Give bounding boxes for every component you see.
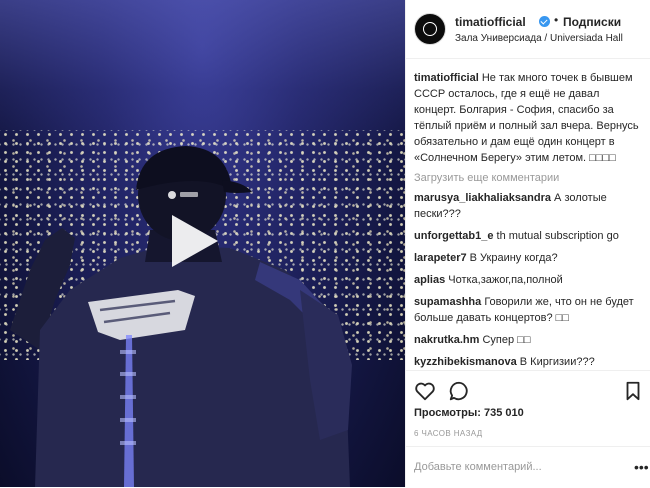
- follow-button[interactable]: Подписки: [563, 15, 621, 29]
- comment-item: nakrutka.hm Супер □□: [414, 332, 644, 348]
- post-timestamp[interactable]: 6 ЧАСОВ НАЗАД: [414, 429, 483, 438]
- comment-text: th mutual subscription go: [496, 230, 619, 242]
- load-more-comments-button[interactable]: Загрузить еще комментарии: [414, 172, 644, 184]
- more-options-icon[interactable]: •••: [634, 459, 649, 475]
- verified-badge-icon: [539, 16, 550, 27]
- comments-list: timatiofficial Не так много точек в бывш…: [414, 70, 644, 376]
- avatar-logo-icon: [423, 22, 437, 36]
- author-username[interactable]: timatiofficial: [455, 15, 526, 29]
- comment-item: marusya_liakhaliaksandra А золотые пески…: [414, 190, 644, 222]
- bookmark-icon[interactable]: [622, 380, 644, 402]
- action-bar: [406, 370, 650, 411]
- comment-item: larapeter7 В Украину когда?: [414, 250, 644, 266]
- location-link[interactable]: Зала Универсиада / Universiada Hall: [455, 33, 623, 44]
- header-separator: •: [554, 13, 559, 27]
- comment-username[interactable]: larapeter7: [414, 252, 467, 264]
- views-count: Просмотры: 735 010: [414, 407, 524, 419]
- comment-username[interactable]: marusya_liakhaliaksandra: [414, 192, 551, 204]
- comment-text: Супер □□: [482, 334, 531, 346]
- comment-text: В Киргизии???: [519, 356, 595, 368]
- comment-username[interactable]: nakrutka.hm: [414, 334, 479, 346]
- caption-text: Не так много точек в бывшем СССР осталос…: [414, 72, 639, 164]
- post-video[interactable]: [0, 0, 405, 487]
- comment-item: supamashha Говорили же, что он не будет …: [414, 294, 644, 326]
- comment-username[interactable]: kyzzhibekismanova: [414, 356, 517, 368]
- play-icon[interactable]: [172, 215, 218, 267]
- post-sidebar: timatiofficial • Подписки Зала Универсиа…: [405, 0, 650, 487]
- comment-text: Чотка,зажог,па,полной: [448, 274, 563, 286]
- comment-text: В Украину когда?: [469, 252, 558, 264]
- post-caption: timatiofficial Не так много точек в бывш…: [414, 70, 644, 166]
- comment-username[interactable]: supamashha: [414, 296, 481, 308]
- comment-username[interactable]: unforgettab1_e: [414, 230, 493, 242]
- instagram-post: timatiofficial • Подписки Зала Универсиа…: [0, 0, 650, 487]
- post-header: timatiofficial • Подписки Зала Универсиа…: [406, 0, 650, 59]
- comment-username[interactable]: aplias: [414, 274, 445, 286]
- heart-icon[interactable]: [414, 380, 436, 402]
- avatar[interactable]: [414, 13, 446, 45]
- comment-item: aplias Чотка,зажог,па,полной: [414, 272, 644, 288]
- comment-bubble-icon[interactable]: [448, 380, 470, 402]
- add-comment-row: •••: [406, 446, 650, 488]
- comment-item: unforgettab1_e th mutual subscription go: [414, 228, 644, 244]
- caption-username[interactable]: timatiofficial: [414, 72, 479, 84]
- add-comment-input[interactable]: [414, 459, 614, 475]
- comment-item: kyzzhibekismanova В Киргизии???: [414, 354, 644, 370]
